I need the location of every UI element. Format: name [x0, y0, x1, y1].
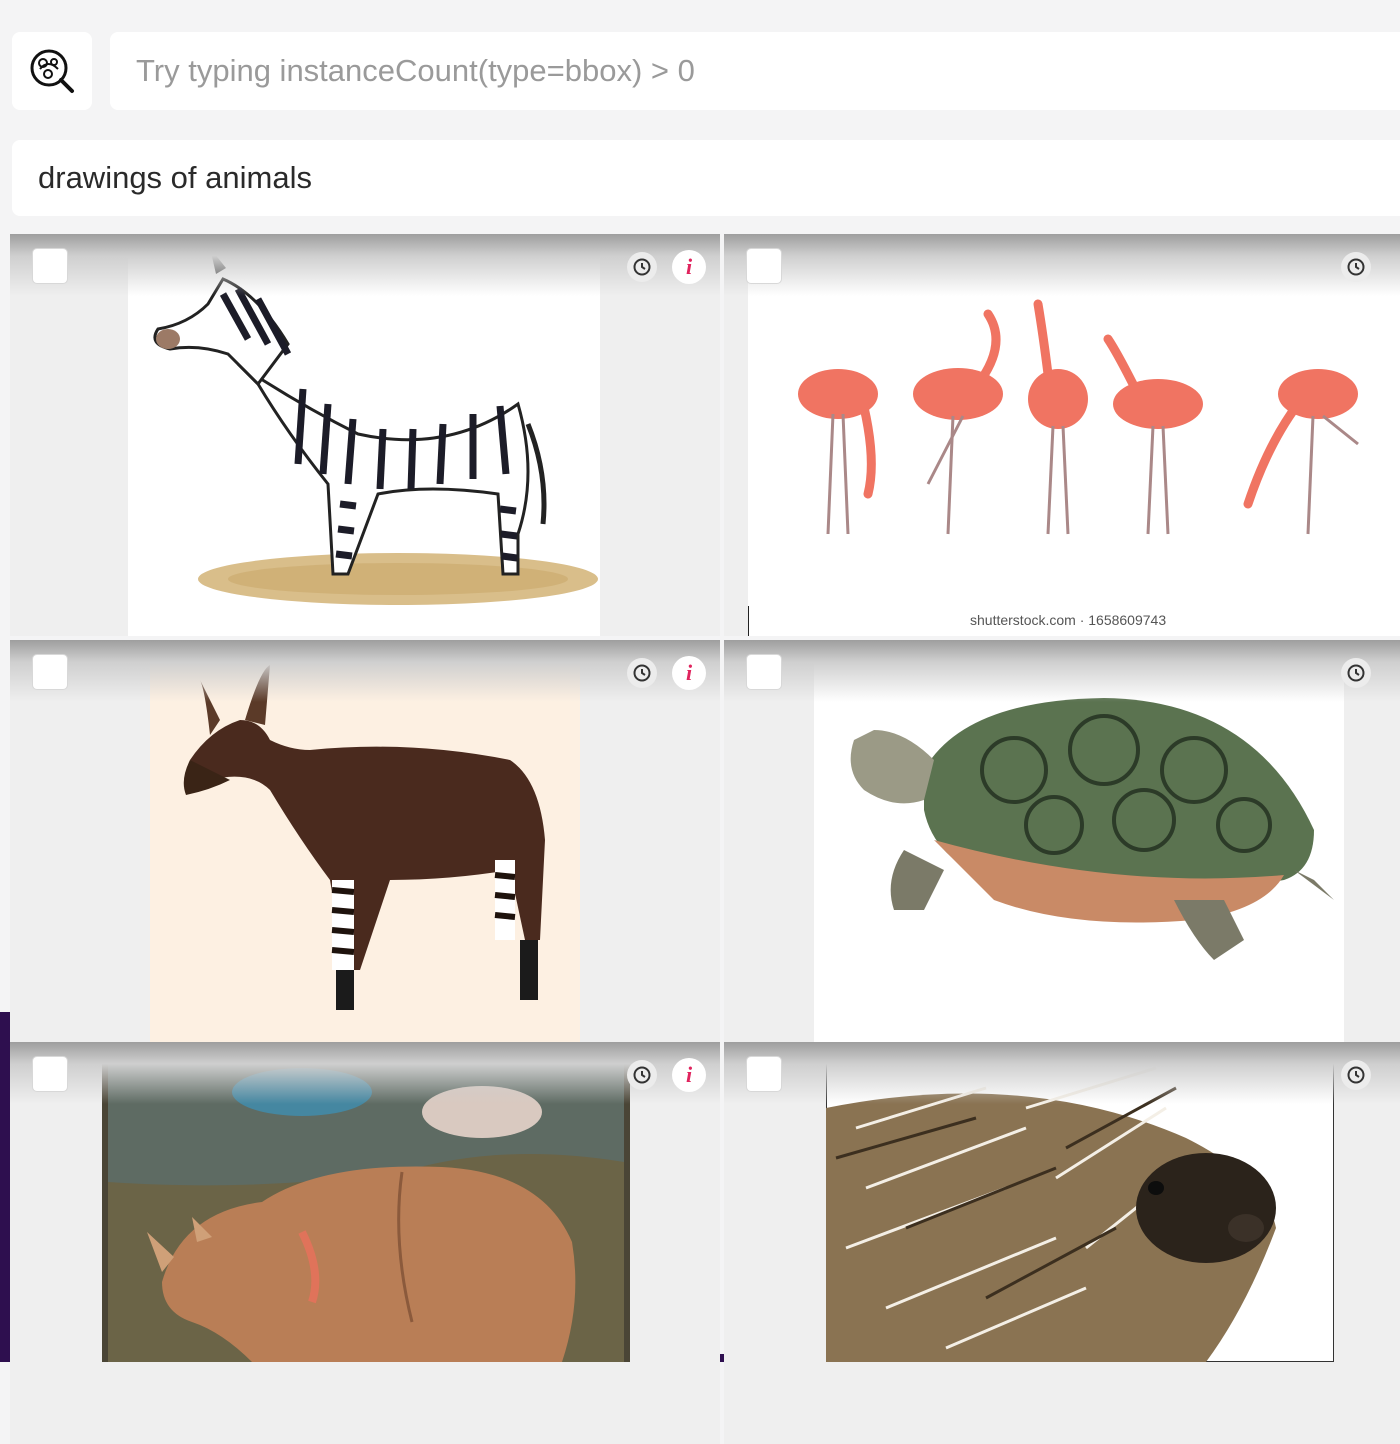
clock-icon[interactable]: [1341, 252, 1371, 282]
image-tile-zebra[interactable]: i: [10, 234, 720, 636]
search-mode-button[interactable]: [12, 32, 92, 110]
image-tile-flamingos[interactable]: shutterstock.com · 1658609743: [724, 234, 1400, 636]
clock-icon[interactable]: [627, 658, 657, 688]
select-checkbox[interactable]: [746, 654, 782, 690]
text-search-field[interactable]: drawings of animals: [12, 140, 1400, 216]
watermark-text: shutterstock.com · 1658609743: [970, 612, 1167, 628]
zebra-image: [128, 234, 600, 636]
rhinoceros-image: [102, 1042, 630, 1362]
flamingos-image: [748, 234, 1400, 636]
info-icon[interactable]: i: [672, 1058, 706, 1092]
image-tile-turtle[interactable]: [724, 640, 1400, 1042]
clock-icon[interactable]: [1341, 658, 1371, 688]
select-checkbox[interactable]: [746, 1056, 782, 1092]
info-icon[interactable]: i: [672, 250, 706, 284]
select-checkbox[interactable]: [746, 248, 782, 284]
clock-icon[interactable]: [1341, 1060, 1371, 1090]
turtle-image: [814, 640, 1344, 1042]
text-search-value: drawings of animals: [38, 160, 312, 195]
clock-icon[interactable]: [627, 1060, 657, 1090]
image-tile-porcupine[interactable]: [724, 1042, 1400, 1444]
image-tile-okapi[interactable]: i: [10, 640, 720, 1042]
select-checkbox[interactable]: [32, 1056, 68, 1092]
clock-icon[interactable]: [627, 252, 657, 282]
image-tile-rhinoceros[interactable]: i: [10, 1042, 720, 1444]
porcupine-image: [826, 1048, 1334, 1362]
info-icon[interactable]: i: [672, 656, 706, 690]
window-frame-left: [0, 1012, 10, 1362]
select-checkbox[interactable]: [32, 654, 68, 690]
image-grid: i shutterstock.com · 1658609743 i i: [10, 234, 1400, 1444]
lens-search-icon: [30, 49, 74, 93]
query-input[interactable]: [110, 32, 1400, 110]
okapi-image: [150, 640, 580, 1042]
select-checkbox[interactable]: [32, 248, 68, 284]
